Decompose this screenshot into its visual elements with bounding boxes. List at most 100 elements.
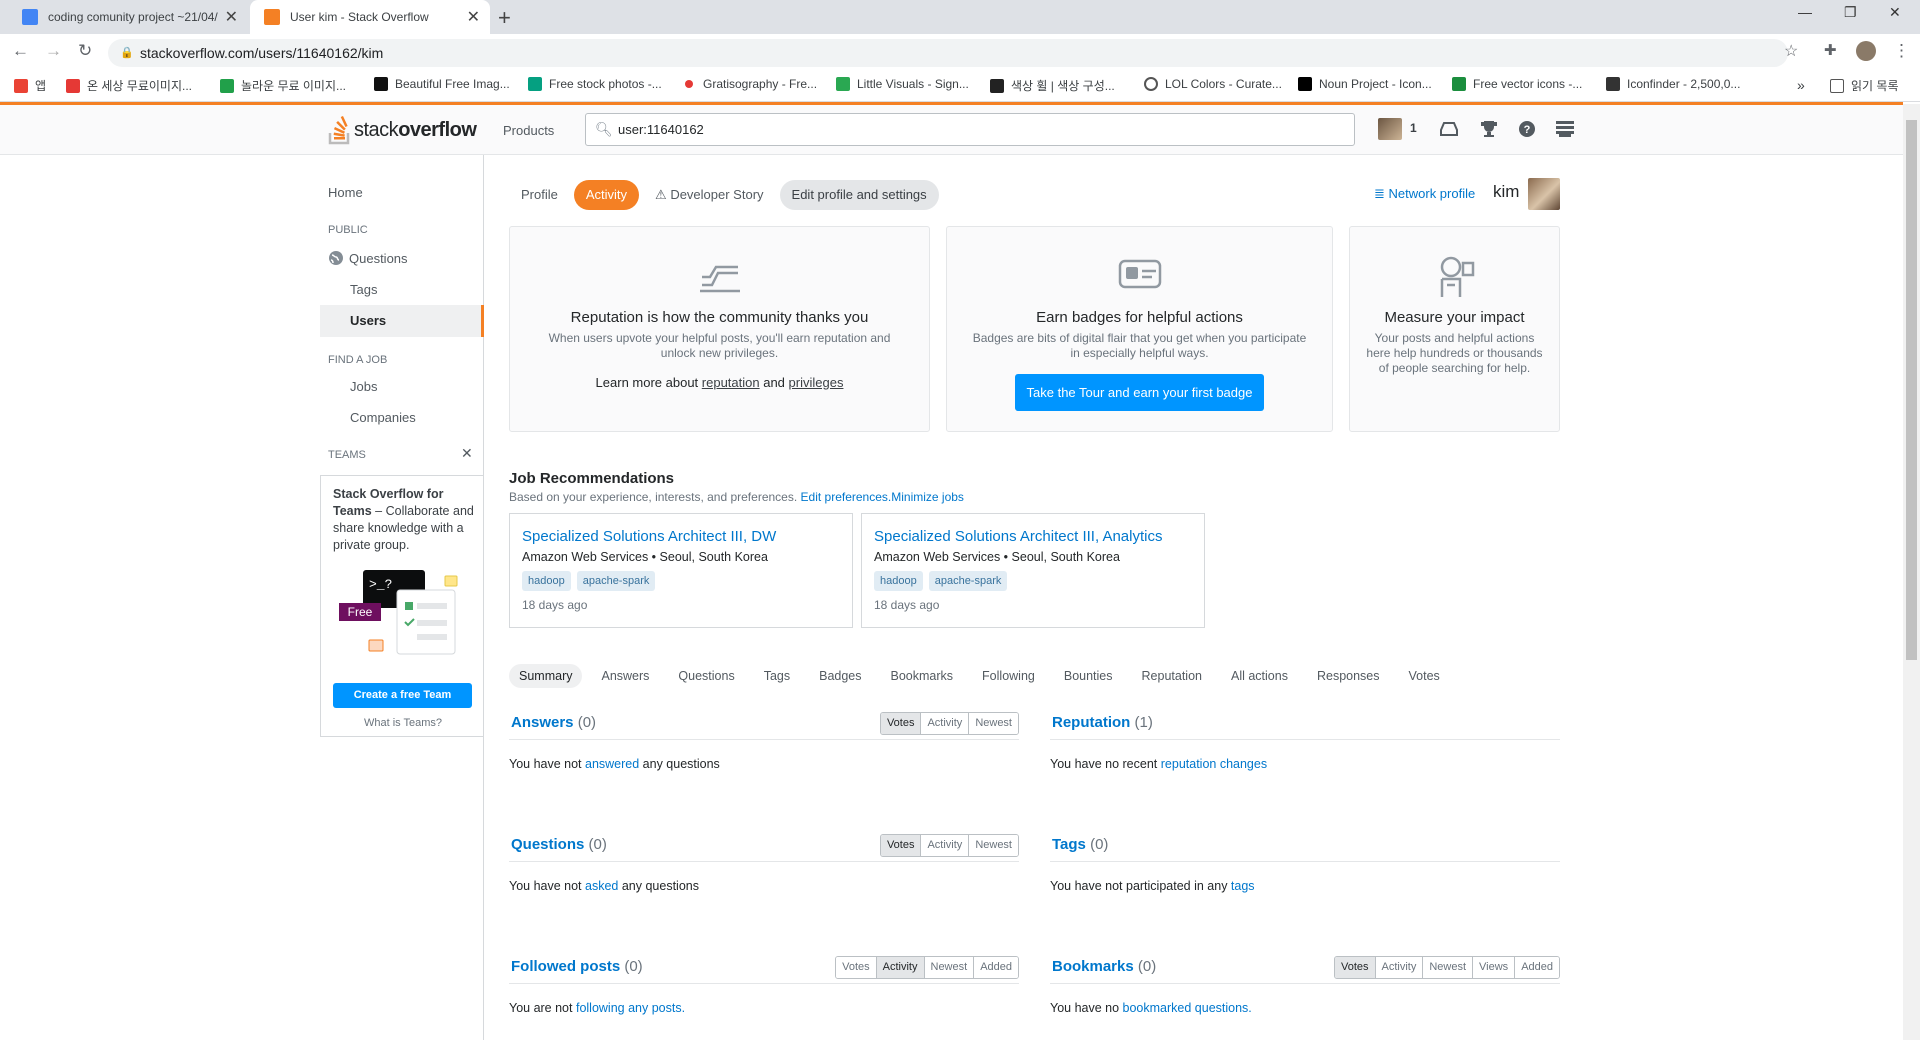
tag[interactable]: hadoop (874, 571, 923, 591)
subnav-bookmarks[interactable]: Bookmarks (881, 664, 964, 688)
tab-activity[interactable]: Activity (573, 180, 640, 210)
extensions-icon[interactable]: ✚ (1824, 41, 1837, 59)
subnav-all-actions[interactable]: All actions (1221, 664, 1298, 688)
subnav-votes[interactable]: Votes (1399, 664, 1450, 688)
tab-profile[interactable]: Profile (509, 180, 570, 210)
user-avatar[interactable] (1378, 118, 1402, 140)
reputation-link[interactable]: reputation (702, 375, 760, 390)
more-bookmarks-icon[interactable]: » (1797, 77, 1805, 93)
sort-activity[interactable]: Activity (1375, 957, 1424, 978)
section-title[interactable]: Questions (0) (511, 836, 607, 853)
sort-votes[interactable]: Votes (1334, 957, 1376, 978)
sort-added[interactable]: Added (1515, 957, 1559, 978)
answered-link[interactable]: answered (585, 757, 639, 771)
sort-votes[interactable]: Votes (836, 957, 877, 978)
subnav-badges[interactable]: Badges (809, 664, 871, 688)
edit-preferences-link[interactable]: Edit preferences. (801, 490, 892, 504)
subnav-responses[interactable]: Responses (1307, 664, 1390, 688)
sidebar-item-users[interactable]: Users (320, 305, 484, 337)
subnav-reputation[interactable]: Reputation (1132, 664, 1212, 688)
subnav-answers[interactable]: Answers (591, 664, 659, 688)
following-posts-link[interactable]: following any posts. (576, 1001, 685, 1015)
tags-link[interactable]: tags (1231, 879, 1255, 893)
close-icon[interactable]: ✕ (467, 7, 480, 27)
sort-added[interactable]: Added (974, 957, 1018, 978)
tag[interactable]: hadoop (522, 571, 571, 591)
reload-icon[interactable]: ↻ (78, 41, 92, 61)
sort-votes[interactable]: Votes (880, 835, 922, 856)
sidebar-item-home[interactable]: Home (328, 185, 363, 200)
privileges-link[interactable]: privileges (789, 375, 844, 390)
help-icon[interactable]: ? (1516, 118, 1538, 140)
sort-newest[interactable]: Newest (969, 713, 1018, 734)
bookmark-item[interactable]: 놀라운 무료 이미지... (220, 77, 346, 94)
section-title[interactable]: Answers (0) (511, 714, 596, 731)
scrollbar-thumb[interactable] (1906, 120, 1917, 660)
bookmark-item[interactable]: Beautiful Free Imag... (374, 77, 510, 91)
job-card[interactable]: Specialized Solutions Architect III, Ana… (861, 513, 1205, 628)
section-title[interactable]: Bookmarks (0) (1052, 958, 1156, 975)
close-window-icon[interactable]: ✕ (1889, 4, 1901, 21)
section-title[interactable]: Reputation (1) (1052, 714, 1153, 731)
subnav-following[interactable]: Following (972, 664, 1045, 688)
achievements-icon[interactable] (1478, 118, 1500, 140)
bookmark-apps[interactable]: 앱 (14, 77, 46, 94)
restore-icon[interactable]: ❐ (1844, 4, 1857, 21)
tab-developer-story[interactable]: ⚠ Developer Story (643, 180, 776, 210)
so-logo[interactable]: stack overflow (328, 115, 477, 145)
sort-activity[interactable]: Activity (921, 835, 970, 856)
bookmark-item[interactable]: Iconfinder - 2,500,0... (1606, 77, 1740, 91)
sidebar-item-companies[interactable]: Companies (350, 410, 416, 425)
star-icon[interactable]: ☆ (1784, 41, 1798, 61)
sidebar-item-questions[interactable]: Questions (328, 250, 408, 266)
tab-edit-profile[interactable]: Edit profile and settings (779, 180, 939, 210)
new-tab-button[interactable]: + (498, 5, 511, 31)
job-title[interactable]: Specialized Solutions Architect III, DW (522, 528, 840, 545)
products-menu[interactable]: Products (503, 123, 554, 138)
bookmarked-questions-link[interactable]: bookmarked questions. (1123, 1001, 1252, 1015)
bookmark-item[interactable]: Noun Project - Icon... (1298, 77, 1432, 91)
browser-tab-so[interactable]: User kim - Stack Overflow ✕ (250, 0, 490, 34)
reputation-changes-link[interactable]: reputation changes (1161, 757, 1267, 771)
sidebar-item-tags[interactable]: Tags (350, 282, 377, 297)
section-title[interactable]: Followed posts (0) (511, 958, 643, 975)
sort-newest[interactable]: Newest (969, 835, 1018, 856)
bookmark-item[interactable]: 색상 휠 | 색상 구성... (990, 77, 1115, 94)
url-field[interactable]: 🔒 stackoverflow.com/users/11640162/kim (108, 39, 1788, 67)
close-icon[interactable]: ✕ (461, 445, 473, 462)
sort-newest[interactable]: Newest (1423, 957, 1474, 978)
tag[interactable]: apache-spark (928, 571, 1008, 591)
job-card[interactable]: Specialized Solutions Architect III, DW … (509, 513, 853, 628)
bookmark-item[interactable]: Free stock photos -... (528, 77, 662, 91)
minimize-jobs-link[interactable]: Minimize jobs (891, 490, 964, 504)
section-title[interactable]: Tags (0) (1052, 836, 1108, 853)
profile-avatar[interactable] (1528, 178, 1560, 210)
sidebar-item-jobs[interactable]: Jobs (350, 379, 377, 394)
asked-link[interactable]: asked (585, 879, 618, 893)
site-switcher-icon[interactable] (1554, 118, 1576, 140)
search-input[interactable]: 🔍︎ user:11640162 (585, 113, 1355, 146)
browser-tab-docs[interactable]: coding comunity project ~21/04/ ✕ (8, 0, 248, 34)
sort-newest[interactable]: Newest (924, 957, 975, 978)
bookmark-item[interactable]: 온 세상 무료이미지... (66, 77, 192, 94)
sort-activity[interactable]: Activity (921, 713, 970, 734)
sort-views[interactable]: Views (1473, 957, 1516, 978)
sort-activity[interactable]: Activity (876, 957, 925, 978)
subnav-summary[interactable]: Summary (509, 664, 583, 688)
take-tour-button[interactable]: Take the Tour and earn your first badge (1015, 374, 1264, 411)
close-icon[interactable]: ✕ (225, 7, 238, 27)
back-icon[interactable]: ← (12, 41, 29, 61)
subnav-tags[interactable]: Tags (754, 664, 800, 688)
create-team-button[interactable]: Create a free Team (333, 683, 472, 708)
rep-count[interactable]: 1 (1410, 121, 1417, 135)
subnav-bounties[interactable]: Bounties (1054, 664, 1123, 688)
tag[interactable]: apache-spark (576, 571, 656, 591)
minimize-icon[interactable]: — (1798, 4, 1812, 20)
bookmark-item[interactable]: LOL Colors - Curate... (1144, 77, 1282, 91)
inbox-icon[interactable] (1438, 118, 1460, 140)
bookmark-item[interactable]: Free vector icons -... (1452, 77, 1582, 91)
subnav-questions[interactable]: Questions (668, 664, 744, 688)
bookmark-item[interactable]: Little Visuals - Sign... (836, 77, 969, 91)
what-is-teams-link[interactable]: What is Teams? (321, 717, 485, 729)
reading-list[interactable]: 읽기 목록 (1830, 77, 1899, 94)
